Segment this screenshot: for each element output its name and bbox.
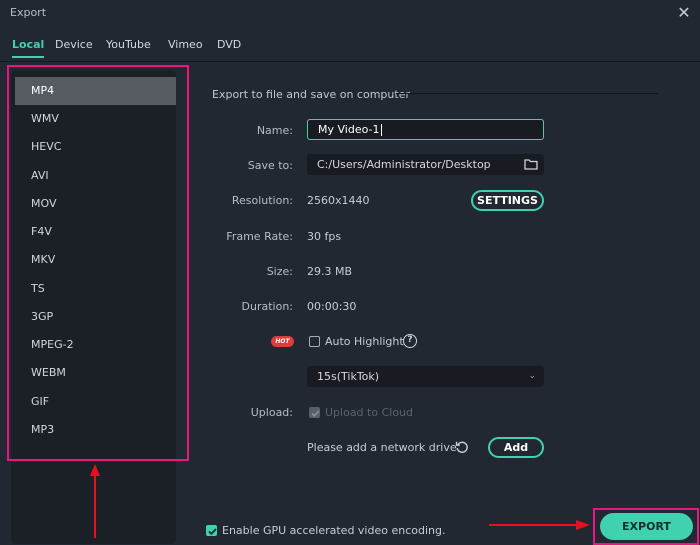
format-item-avi[interactable]: AVI xyxy=(15,162,176,190)
title-bar: Export ✕ xyxy=(0,0,700,28)
upload-to-cloud-label: Upload to Cloud xyxy=(325,406,413,419)
upload-label: Upload: xyxy=(250,406,293,419)
duration-value: 00:00:30 xyxy=(307,300,357,313)
auto-highlight-checkbox[interactable] xyxy=(309,336,320,347)
save-to-field[interactable]: C:/Users/Administrator/Desktop xyxy=(307,154,544,175)
format-item-mkv[interactable]: MKV xyxy=(15,246,176,274)
name-label: Name: xyxy=(256,124,293,137)
chevron-down-icon: ⌄ xyxy=(528,371,536,381)
auto-highlight-label[interactable]: Auto Highlight xyxy=(325,335,404,348)
highlight-length-select[interactable]: 15s(TikTok) ⌄ xyxy=(307,366,544,387)
network-drive-text: Please add a network drive xyxy=(307,441,457,454)
text-caret xyxy=(380,124,382,136)
size-label: Size: xyxy=(266,265,293,278)
format-item-ts[interactable]: TS xyxy=(15,275,176,303)
format-item-mpeg2[interactable]: MPEG-2 xyxy=(15,331,176,359)
highlight-length-value: 15s(TikTok) xyxy=(317,370,380,383)
name-value: My Video-1 xyxy=(318,123,380,136)
frame-rate-label: Frame Rate: xyxy=(226,230,293,243)
format-item-f4v[interactable]: F4V xyxy=(15,218,176,246)
export-tabs: Local Device YouTube Vimeo DVD xyxy=(0,34,700,62)
close-icon[interactable]: ✕ xyxy=(674,3,694,23)
resolution-value: 2560x1440 xyxy=(307,194,370,207)
format-item-mp4[interactable]: MP4 xyxy=(15,77,176,105)
annotation-arrow-right xyxy=(489,520,590,530)
hot-badge: HOT xyxy=(271,336,294,347)
section-divider xyxy=(396,93,658,94)
add-network-drive-button[interactable]: Add xyxy=(488,437,544,458)
upload-to-cloud-checkbox[interactable] xyxy=(309,407,320,418)
check-icon xyxy=(311,410,320,417)
help-icon[interactable]: ? xyxy=(403,334,417,348)
tab-vimeo[interactable]: Vimeo xyxy=(168,38,203,51)
format-item-webm[interactable]: WEBM xyxy=(15,359,176,387)
format-item-wmv[interactable]: WMV xyxy=(15,105,176,133)
gpu-encoding-label[interactable]: Enable GPU accelerated video encoding. xyxy=(222,524,445,537)
name-input[interactable]: My Video-1 xyxy=(307,119,544,140)
window-title: Export xyxy=(10,6,47,19)
format-item-mp3[interactable]: MP3 xyxy=(15,416,176,444)
refresh-icon[interactable] xyxy=(455,440,469,454)
tab-dvd[interactable]: DVD xyxy=(217,38,241,51)
format-item-mov[interactable]: MOV xyxy=(15,190,176,218)
check-icon xyxy=(208,528,217,536)
format-item-hevc[interactable]: HEVC xyxy=(15,133,176,161)
folder-icon[interactable] xyxy=(524,157,538,171)
settings-button[interactable]: SETTINGS xyxy=(471,190,544,211)
save-to-value: C:/Users/Administrator/Desktop xyxy=(317,158,491,171)
size-value: 29.3 MB xyxy=(307,265,353,278)
frame-rate-value: 30 fps xyxy=(307,230,342,243)
save-to-label: Save to: xyxy=(247,159,293,172)
duration-label: Duration: xyxy=(241,300,293,313)
gpu-encoding-checkbox[interactable] xyxy=(206,525,217,536)
section-title: Export to file and save on computer xyxy=(212,88,410,101)
tab-local[interactable]: Local xyxy=(12,38,45,58)
format-item-3gp[interactable]: 3GP xyxy=(15,303,176,331)
tab-device[interactable]: Device xyxy=(55,38,93,51)
tab-youtube[interactable]: YouTube xyxy=(106,38,151,51)
resolution-label: Resolution: xyxy=(231,194,293,207)
export-button[interactable]: EXPORT xyxy=(600,513,693,540)
format-item-gif[interactable]: GIF xyxy=(15,388,176,416)
format-list: MP4 WMV HEVC AVI MOV F4V MKV TS 3GP MPEG… xyxy=(11,70,176,544)
